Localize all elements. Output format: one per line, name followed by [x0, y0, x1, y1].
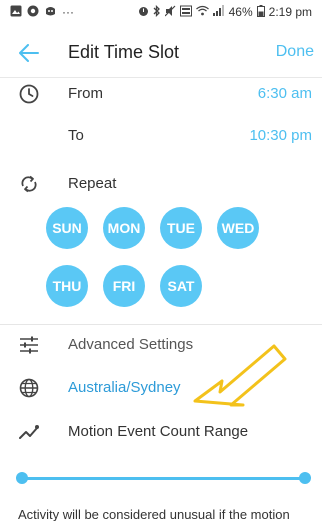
day-thu-toggle[interactable]: THU — [46, 265, 88, 307]
day-wed-toggle[interactable]: WED — [217, 207, 259, 249]
gallery-notification-icon — [10, 5, 22, 20]
range-description-text: Activity will be considered unusual if t… — [18, 507, 290, 521]
bluetooth-icon — [153, 4, 161, 20]
to-label: To — [68, 127, 84, 144]
annotation-arrow-icon — [193, 344, 287, 407]
signal-icon — [212, 5, 225, 19]
motion-range-label: Motion Event Count Range — [68, 423, 249, 440]
battery-percent: 46% — [228, 5, 253, 19]
day-fri-toggle[interactable]: FRI — [103, 265, 145, 307]
day-sat-toggle[interactable]: SAT — [160, 265, 202, 307]
back-arrow-icon — [19, 44, 39, 62]
advanced-settings-label: Advanced Settings — [68, 336, 194, 353]
repeat-icon — [18, 173, 40, 195]
done-button[interactable]: Done — [276, 43, 314, 61]
to-time-value[interactable]: 10:30 pm — [249, 127, 312, 144]
volte-icon — [179, 5, 192, 20]
day-tue-toggle[interactable]: TUE — [160, 207, 202, 249]
from-time-value[interactable]: 6:30 am — [258, 85, 312, 102]
game-notification-icon — [44, 5, 57, 20]
repeat-row: Repeat — [0, 170, 322, 198]
from-label: From — [68, 85, 103, 102]
range-slider-max-handle[interactable] — [299, 472, 311, 484]
repeat-label: Repeat — [68, 175, 117, 192]
status-right-icons: 46% 2:19 pm — [138, 0, 312, 24]
alarm-icon — [138, 5, 149, 20]
timezone-value[interactable]: Australia/Sydney — [68, 379, 181, 396]
more-notifications-indicator: ··· — [62, 5, 74, 19]
trend-line-icon — [18, 421, 40, 443]
from-row[interactable]: From 6:30 am — [0, 80, 322, 108]
status-left-icons: ··· — [10, 5, 74, 20]
battery-icon — [256, 4, 265, 20]
app-bar: Edit Time Slot Done — [0, 28, 322, 78]
motion-range-slider-track[interactable] — [22, 477, 305, 480]
mute-icon — [164, 5, 176, 20]
day-mon-toggle[interactable]: MON — [103, 207, 145, 249]
globe-icon — [18, 377, 40, 399]
clock-icon — [18, 83, 40, 105]
section-divider — [0, 324, 322, 325]
status-bar: ··· 46% 2:19 pm — [0, 0, 322, 24]
to-row[interactable]: To 10:30 pm — [0, 122, 322, 150]
back-button[interactable] — [16, 40, 42, 66]
sliders-icon — [18, 334, 40, 356]
app-notification-icon — [27, 5, 39, 20]
day-sun-toggle[interactable]: SUN — [46, 207, 88, 249]
clock-time: 2:19 pm — [268, 5, 312, 19]
page-title: Edit Time Slot — [68, 42, 180, 62]
motion-range-row: Motion Event Count Range — [0, 418, 322, 446]
range-slider-min-handle[interactable] — [16, 472, 28, 484]
wifi-icon — [195, 5, 209, 19]
